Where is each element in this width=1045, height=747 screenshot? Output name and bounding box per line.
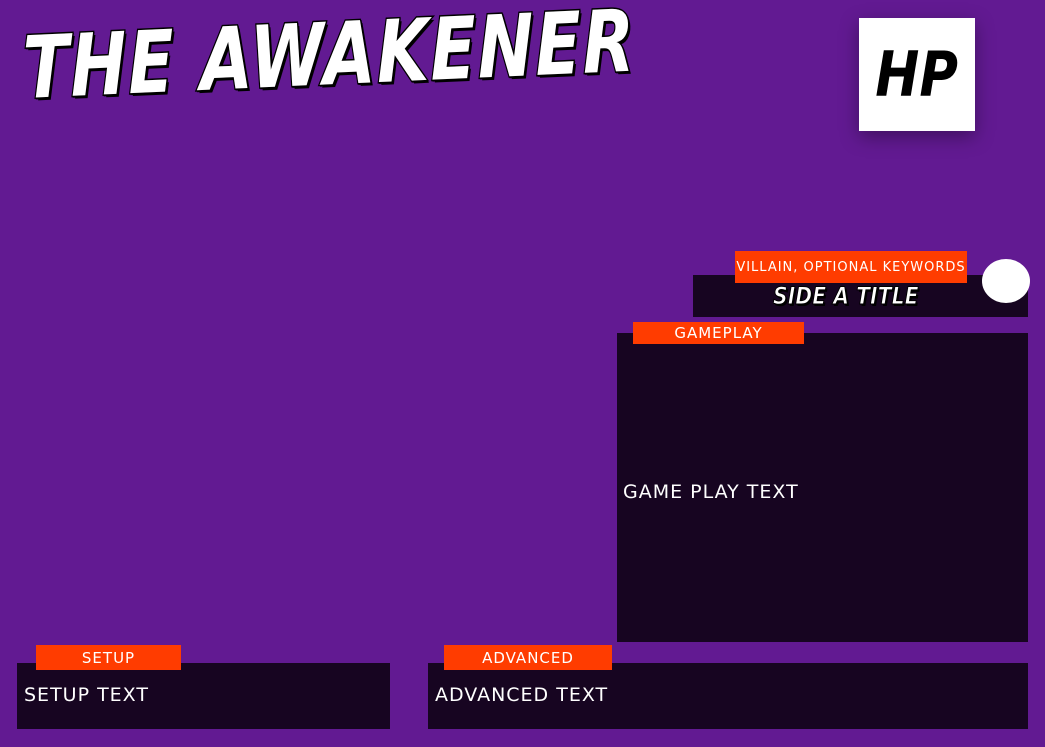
hp-box: HP <box>859 18 975 131</box>
advanced-panel: Advanced Text <box>428 663 1028 729</box>
setup-tag: Setup <box>36 645 181 670</box>
advanced-text: Advanced Text <box>435 684 609 706</box>
hp-label: HP <box>875 38 959 111</box>
setup-text: Setup Text <box>24 684 149 706</box>
setup-panel: Setup Text <box>17 663 390 729</box>
gameplay-panel: Game Play Text <box>617 333 1028 642</box>
token-circle <box>982 259 1030 303</box>
keywords-tag: Villain, Optional Keywords <box>735 251 967 283</box>
advanced-tag: Advanced <box>444 645 612 670</box>
gameplay-text: Game Play Text <box>623 481 799 503</box>
card-title: The Awakener <box>20 0 638 120</box>
gameplay-tag: Gameplay <box>633 322 804 344</box>
side-a-title: Side A Title <box>773 282 919 311</box>
